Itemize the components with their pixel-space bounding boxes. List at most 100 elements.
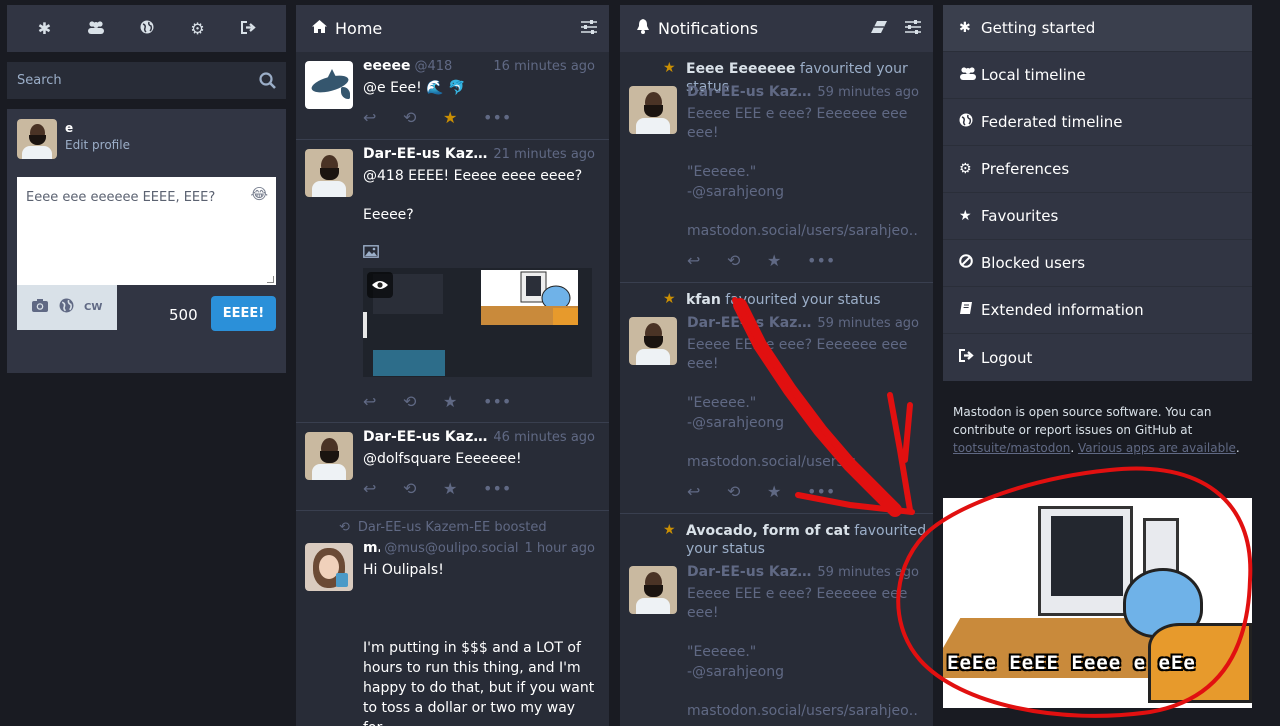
compose-navbar: ✱ ⚙: [7, 5, 286, 52]
status-content: "Eeeeee.": [687, 395, 757, 411]
status-timestamp[interactable]: 16 minutes ago: [491, 59, 595, 74]
notification-account[interactable]: Avocado, form of cat: [686, 523, 850, 539]
globe-icon: [959, 113, 981, 131]
account-handle[interactable]: @418: [414, 59, 452, 74]
privacy-globe-icon[interactable]: [59, 298, 74, 317]
status-link[interactable]: mastodon.social/users/sarahjeo…: [687, 701, 919, 721]
menu-item-local-timeline[interactable]: Local timeline: [943, 52, 1252, 99]
status-timestamp[interactable]: 59 minutes ago: [815, 85, 919, 100]
display-name[interactable]: Dar-EE-us Kazem-E…: [687, 564, 815, 580]
avatar[interactable]: [305, 61, 353, 109]
notification-item[interactable]: ★ kfan favourited your status Dar-EE-us …: [620, 283, 933, 514]
status-link[interactable]: mastodon.social/users/sarahjeo…: [687, 221, 919, 241]
status-item[interactable]: Dar-EE-us Kazem-E… 46 minutes ago @dolfs…: [296, 423, 609, 511]
compose-textarea[interactable]: Eeee eee eeeeee EEEE, EEE? 😂: [17, 177, 276, 285]
notification-item[interactable]: ★ Eeee Eeeeeee favourited your status Da…: [620, 52, 933, 283]
favourite-icon[interactable]: ★: [443, 108, 483, 127]
status-timestamp[interactable]: 21 minutes ago: [491, 147, 595, 162]
edit-profile-link[interactable]: Edit profile: [65, 138, 130, 152]
avatar[interactable]: [305, 432, 353, 480]
boosted-by: ⟲ Dar-EE-us Kazem-EE boosted: [339, 520, 547, 535]
boost-icon[interactable]: ⟲: [403, 108, 443, 127]
users-icon[interactable]: [84, 19, 108, 38]
menu-item-getting-started[interactable]: ✱ Getting started: [943, 5, 1252, 52]
avatar[interactable]: [629, 317, 677, 365]
display-name[interactable]: eeeee: [363, 58, 410, 74]
status-timestamp[interactable]: 1 hour ago: [523, 541, 595, 556]
content-warning-button[interactable]: CW: [84, 302, 102, 313]
boost-icon[interactable]: ⟲: [727, 251, 767, 270]
more-icon[interactable]: •••: [483, 479, 523, 498]
globe-icon[interactable]: [135, 19, 159, 38]
column-settings-icon[interactable]: [905, 19, 921, 38]
status-actions: ↩ ⟲ ★ •••: [363, 392, 523, 411]
more-icon[interactable]: •••: [807, 482, 847, 501]
status-item[interactable]: eeeee @418 16 minutes ago @e Eee! 🌊 🐬 ↩ …: [296, 52, 609, 140]
boost-icon[interactable]: ⟲: [403, 392, 443, 411]
notification-account[interactable]: kfan: [686, 292, 721, 308]
more-icon[interactable]: •••: [483, 108, 523, 127]
notification-account[interactable]: Eeee Eeeeeee: [686, 61, 795, 77]
avatar[interactable]: [305, 149, 353, 197]
display-name[interactable]: Dar-EE-us Kazem-E…: [363, 146, 491, 162]
column-settings-icon[interactable]: [581, 19, 597, 38]
github-link[interactable]: tootsuite/mastodon: [953, 441, 1070, 455]
status-item[interactable]: Dar-EE-us Kazem-E… 21 minutes ago @418 E…: [296, 140, 609, 423]
menu-item-logout[interactable]: Logout: [943, 334, 1252, 381]
favourite-icon[interactable]: ★: [767, 251, 807, 270]
reply-icon[interactable]: ↩: [687, 482, 727, 501]
reply-icon[interactable]: ↩: [363, 108, 403, 127]
notification-item[interactable]: ★ Avocado, form of cat favourited your s…: [620, 514, 933, 726]
status-actions: ↩ ⟲ ★ •••: [687, 251, 847, 270]
boosted-by-label[interactable]: Dar-EE-us Kazem-EE boosted: [358, 520, 547, 535]
status-timestamp[interactable]: 46 minutes ago: [491, 430, 595, 445]
display-name[interactable]: Dar-EE-us Kazem-E…: [363, 429, 491, 445]
notifications-column-header[interactable]: Notifications: [620, 5, 933, 52]
more-icon[interactable]: •••: [807, 251, 847, 270]
display-name[interactable]: mus: [363, 540, 380, 556]
emoji-picker-icon[interactable]: 😂: [250, 185, 268, 203]
apps-link[interactable]: Various apps are available: [1078, 441, 1236, 455]
menu-item-blocked-users[interactable]: Blocked users: [943, 240, 1252, 287]
status-timestamp[interactable]: 59 minutes ago: [815, 565, 919, 580]
avatar[interactable]: [17, 119, 57, 159]
status-item[interactable]: ⟲ Dar-EE-us Kazem-EE boosted mus @mus@oul…: [296, 511, 609, 726]
menu-item-preferences[interactable]: ⚙ Preferences: [943, 146, 1252, 193]
reply-icon[interactable]: ↩: [687, 251, 727, 270]
favourite-icon[interactable]: ★: [443, 392, 483, 411]
toot-button[interactable]: EEEE!: [211, 296, 276, 331]
search-icon[interactable]: [259, 72, 276, 93]
boost-icon[interactable]: ⟲: [403, 479, 443, 498]
reply-icon[interactable]: ↩: [363, 479, 403, 498]
boost-icon[interactable]: ⟲: [727, 482, 767, 501]
reply-icon[interactable]: ↩: [363, 392, 403, 411]
status-content: Hi Oulipals!: [363, 562, 444, 578]
display-name[interactable]: Dar-EE-us Kazem-E…: [687, 84, 815, 100]
avatar[interactable]: [629, 86, 677, 134]
menu-item-favourites[interactable]: ★ Favourites: [943, 193, 1252, 240]
account-handle[interactable]: @mus@oulipo.social: [384, 541, 518, 556]
media-attachment[interactable]: [363, 268, 592, 377]
avatar[interactable]: [629, 566, 677, 614]
asterisk-icon[interactable]: ✱: [33, 19, 57, 38]
favourite-icon[interactable]: ★: [443, 479, 483, 498]
status-timestamp[interactable]: 59 minutes ago: [815, 316, 919, 331]
more-icon[interactable]: •••: [483, 392, 523, 411]
display-name[interactable]: Dar-EE-us Kazem-E…: [687, 315, 815, 331]
hide-media-icon[interactable]: [367, 272, 393, 298]
search-field[interactable]: Search: [7, 62, 286, 99]
clear-notifications-icon[interactable]: [871, 20, 887, 37]
menu-item-extended-information[interactable]: Extended information: [943, 287, 1252, 334]
menu-item-federated-timeline[interactable]: Federated timeline: [943, 99, 1252, 146]
home-column-header[interactable]: Home: [296, 5, 609, 52]
search-input[interactable]: Search: [17, 73, 62, 88]
bell-icon: [636, 19, 650, 38]
status-content: -@sarahjeong: [687, 664, 784, 680]
resize-handle[interactable]: [267, 276, 274, 283]
gear-icon[interactable]: ⚙: [186, 19, 210, 38]
avatar[interactable]: [305, 543, 353, 591]
camera-icon[interactable]: [31, 298, 49, 317]
favourite-icon[interactable]: ★: [767, 482, 807, 501]
sign-out-icon[interactable]: [237, 19, 261, 38]
status-link[interactable]: mastodon.social/users/s: [687, 452, 919, 472]
